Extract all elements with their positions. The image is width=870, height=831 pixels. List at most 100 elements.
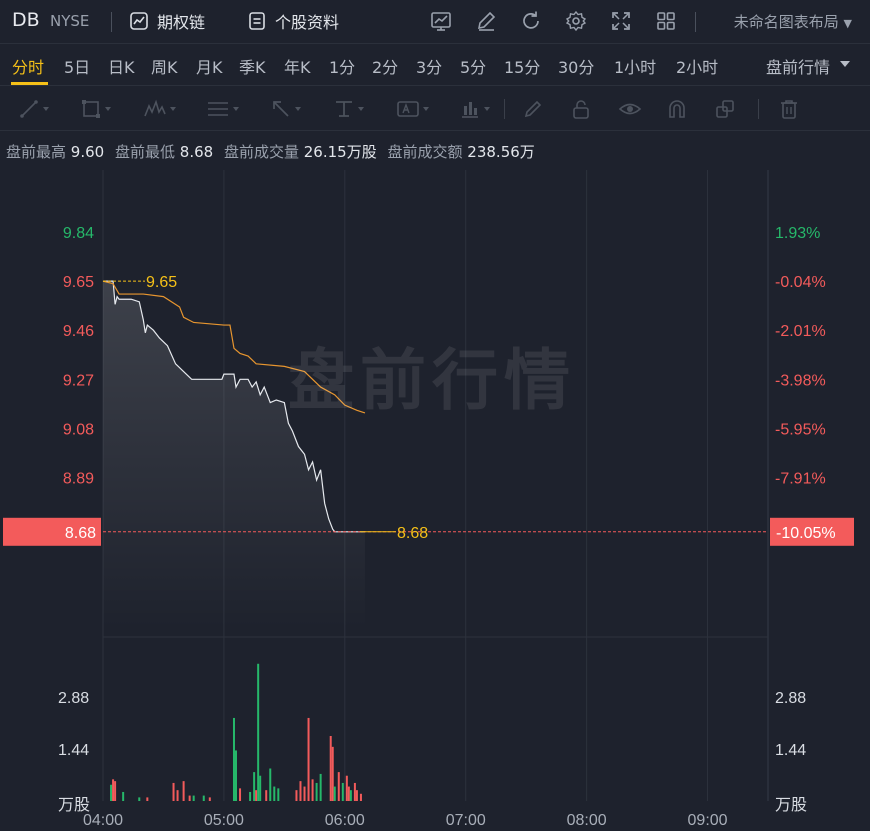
tab-weekly-k[interactable]: 周K — [151, 54, 178, 78]
divider — [695, 12, 696, 32]
percent-tick-label: -3.98% — [775, 372, 826, 389]
rectangle-tool[interactable] — [80, 97, 124, 121]
volume-bar — [255, 790, 258, 801]
tab-5-min[interactable]: 5分 — [460, 54, 486, 78]
layers-tool[interactable] — [714, 97, 758, 121]
volume-bar — [112, 779, 115, 801]
volume-bar — [299, 781, 302, 801]
drawing-toolbar — [0, 87, 870, 131]
pencil-icon — [477, 11, 496, 31]
tab-yearly-k[interactable]: 年K — [284, 54, 311, 78]
parallel-channel-icon — [208, 102, 228, 116]
layout-name: 未命名图表布局 — [733, 13, 839, 31]
magnet-tool[interactable] — [666, 97, 710, 121]
settings-button[interactable] — [563, 8, 589, 34]
session-mode-selector[interactable]: 盘前行情 — [766, 54, 830, 78]
tab-intraday[interactable]: 分时 — [12, 54, 44, 78]
layout-selector[interactable]: 未命名图表布局 ▼ — [734, 11, 852, 32]
tab-2-min[interactable]: 2分 — [372, 54, 398, 78]
x-tick-label: 05:00 — [204, 812, 244, 829]
volume-tick-label-right: 1.44 — [775, 742, 806, 759]
brush-tool[interactable] — [522, 97, 566, 121]
volume-bar — [176, 790, 179, 801]
volume-bar — [359, 793, 362, 801]
volume-bar — [188, 795, 191, 801]
tab-2-hour[interactable]: 2小时 — [676, 54, 718, 78]
last-percent-badge-label: -10.05% — [776, 525, 836, 542]
rectangle-icon — [82, 100, 100, 118]
arrow-tool[interactable] — [270, 97, 314, 121]
parallel-channel-tool[interactable] — [206, 97, 250, 121]
delete-drawings-button[interactable] — [778, 97, 822, 121]
tab-1-min[interactable]: 1分 — [329, 54, 355, 78]
ticker-symbol[interactable]: DB — [12, 9, 40, 31]
tab-daily-k[interactable]: 日K — [108, 54, 135, 78]
brush-icon — [524, 100, 542, 118]
stock-profile-label: 个股资料 — [275, 13, 340, 32]
lock-tool[interactable] — [570, 97, 614, 121]
volume-bar — [311, 779, 314, 801]
stock-profile-button[interactable]: 个股资料 — [247, 9, 339, 33]
volume-tick-label-left: 2.88 — [58, 690, 89, 707]
tab-quarterly-k[interactable]: 季K — [239, 54, 266, 78]
active-tab-underline — [11, 82, 48, 85]
arrow-icon — [273, 101, 289, 117]
draw-button[interactable] — [473, 8, 499, 34]
volume-bar — [355, 790, 358, 801]
volume-bar — [146, 797, 149, 801]
fullscreen-icon — [612, 12, 630, 30]
tab-monthly-k[interactable]: 月K — [196, 54, 223, 78]
tab-30-min[interactable]: 30分 — [558, 54, 594, 78]
tab-3-min[interactable]: 3分 — [416, 54, 442, 78]
options-chain-label: 期权链 — [157, 13, 206, 32]
indicator-button[interactable] — [428, 8, 454, 34]
fullscreen-button[interactable] — [608, 8, 634, 34]
volume-bar — [259, 775, 262, 801]
price-tick-label: 9.27 — [63, 372, 94, 389]
volume-bar — [331, 746, 334, 801]
volume-bar — [182, 781, 185, 801]
volume-bar — [319, 773, 322, 801]
volume-label: 盘前成交量 — [223, 143, 299, 161]
price-tick-label: 8.89 — [63, 471, 94, 488]
divider — [504, 99, 505, 119]
volume-bar — [172, 782, 175, 801]
price-tick-label: 9.65 — [63, 274, 94, 291]
volume-tick-label-left: 1.44 — [58, 742, 89, 759]
refresh-button[interactable] — [518, 8, 544, 34]
tab-5-day[interactable]: 5日 — [64, 54, 90, 78]
intraday-chart[interactable]: 04:00 05:00 06:00 07:00 08:00 09:00 9.84 1.93% 9… — [0, 170, 870, 831]
trash-icon — [781, 100, 797, 119]
divider — [111, 12, 112, 32]
volume-bar — [315, 782, 318, 801]
watermark: 盘前行情 — [288, 342, 576, 419]
volume-bar — [269, 768, 272, 801]
measure-tool[interactable] — [459, 97, 503, 121]
amount-value: 238.56万 — [467, 143, 535, 161]
wave-pattern-tool[interactable] — [143, 97, 187, 121]
lock-icon — [573, 100, 589, 119]
eye-icon — [618, 103, 642, 115]
amount-label: 盘前成交额 — [387, 143, 463, 161]
volume-bar — [249, 791, 252, 801]
visibility-tool[interactable] — [618, 97, 662, 121]
layout-grid-button[interactable] — [653, 8, 679, 34]
last-price-badge-label: 8.68 — [65, 525, 96, 542]
x-tick-label: 06:00 — [325, 812, 365, 829]
period-tabs: 分时 5日 日K 周K 月K 季K 年K 1分 2分 3分 5分 15分 30分… — [0, 44, 870, 86]
percent-tick-label: -2.01% — [775, 323, 826, 340]
volume-bar — [295, 790, 298, 801]
low-label: 盘前最低 — [114, 143, 175, 161]
price-level-tool[interactable] — [333, 97, 377, 121]
tab-15-min[interactable]: 15分 — [504, 54, 540, 78]
chevron-down-icon[interactable] — [840, 61, 850, 67]
text-note-tool[interactable] — [396, 97, 440, 121]
percent-tick-label: -7.91% — [775, 471, 826, 488]
options-chain-button[interactable]: 期权链 — [129, 9, 205, 33]
refresh-icon — [523, 11, 539, 29]
volume-bar — [303, 786, 306, 801]
low-value: 8.68 — [179, 143, 214, 161]
tab-1-hour[interactable]: 1小时 — [614, 54, 656, 78]
volume-bar — [239, 788, 242, 801]
trend-line-tool[interactable] — [18, 97, 62, 121]
